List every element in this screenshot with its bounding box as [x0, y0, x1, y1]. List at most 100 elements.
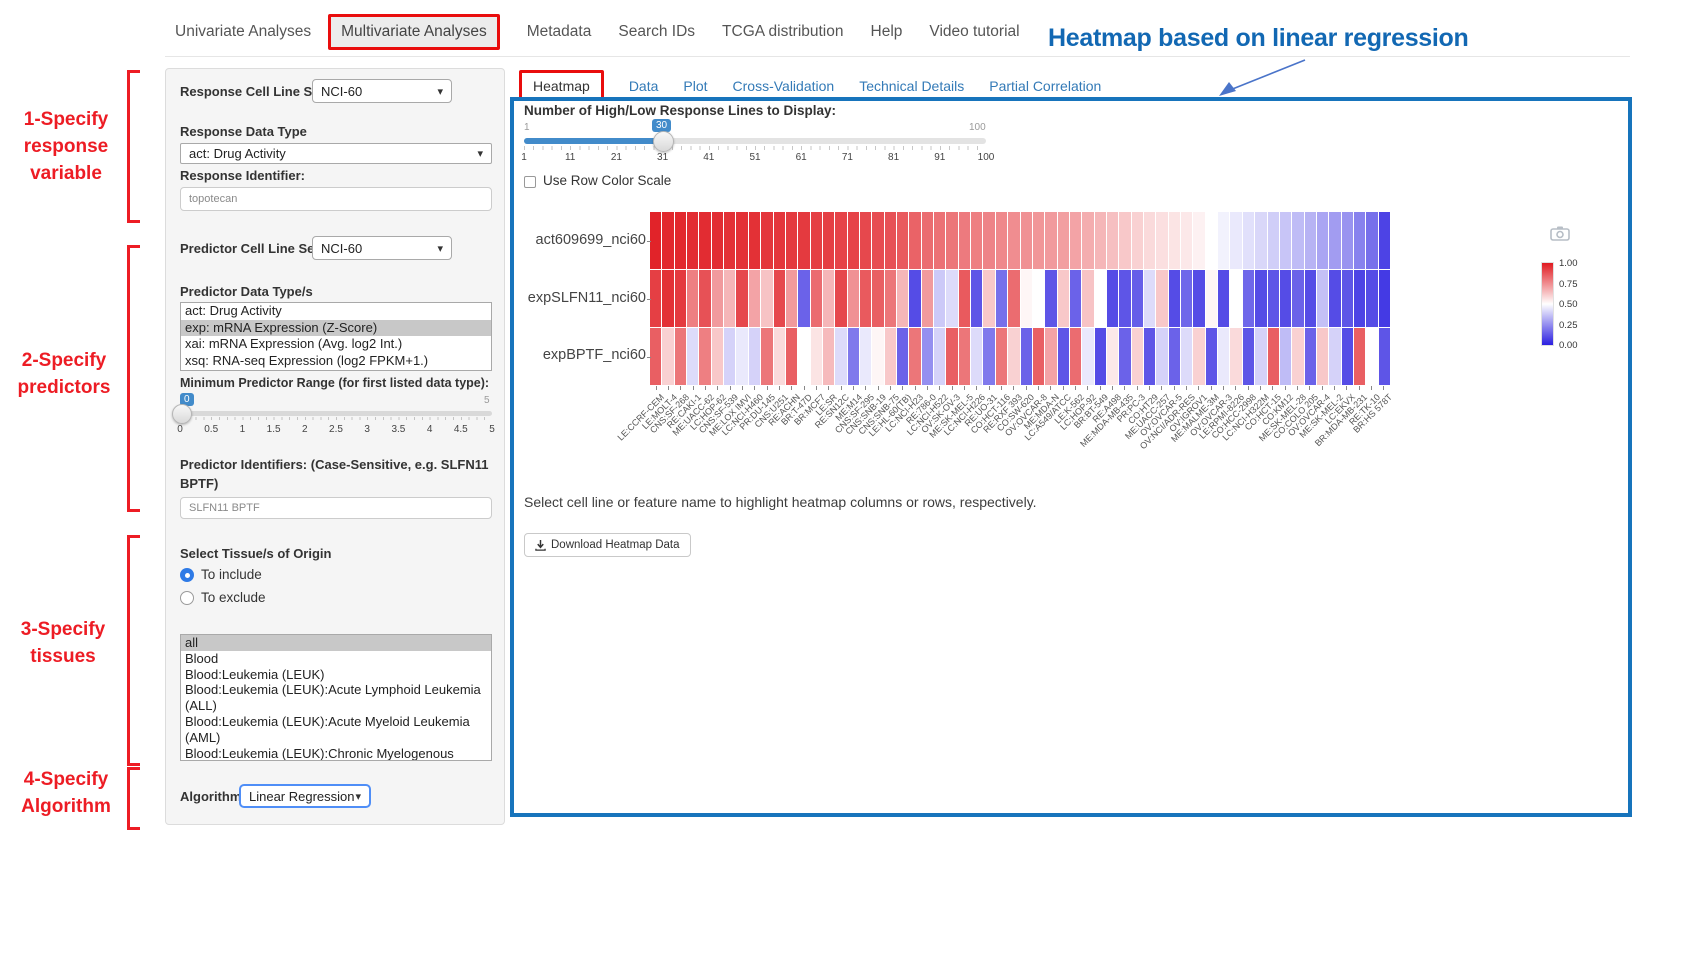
heatmap-cell-expBPTF_nci60-co-hcc-2998[interactable]: [1243, 328, 1254, 385]
heatmap-cell-expSLFN11_nci60-cns-sf-295[interactable]: [860, 270, 871, 327]
heatmap-cell-expBPTF_nci60-le-k-562[interactable]: [1070, 328, 1081, 385]
heatmap-cell-expSLFN11_nci60-pr-du-145[interactable]: [761, 270, 772, 327]
nav-item-univariate-analyses[interactable]: Univariate Analyses: [175, 23, 311, 41]
tissue-option-blood-leukemia-leuk-acute-myeloid-leukem[interactable]: Blood:Leukemia (LEUK):Acute Myeloid Leuk…: [181, 714, 491, 746]
heatmap-cell-expBPTF_nci60-pr-du-145[interactable]: [761, 328, 772, 385]
predictor-data-type-option-xsq-rna-seq-expression-log2-fpkm-1[interactable]: xsq: RNA-seq Expression (log2 FPKM+1.): [181, 353, 491, 370]
heatmap-cell-expSLFN11_nci60-le-rpmi-8226[interactable]: [1230, 270, 1241, 327]
heatmap-cell-expBPTF_nci60-le-sr[interactable]: [823, 328, 834, 385]
heatmap-cell-expBPTF_nci60-re-tk-10[interactable]: [1366, 328, 1377, 385]
heatmap-cell-act609699_nci60-co-hct-15[interactable]: [1268, 212, 1279, 269]
heatmap-cell-expSLFN11_nci60-lc-ekvx[interactable]: [1342, 270, 1353, 327]
nav-item-metadata[interactable]: Metadata: [527, 23, 592, 41]
heatmap-cell-act609699_nci60-co-ht29[interactable]: [1144, 212, 1155, 269]
heatmap-cell-expSLFN11_nci60-pr-pc-3[interactable]: [1132, 270, 1143, 327]
heatmap-cell-expBPTF_nci60-ov-sk-ov-3[interactable]: [946, 328, 957, 385]
heatmap-cell-act609699_nci60-lc-hop-92[interactable]: [1082, 212, 1093, 269]
heatmap-cell-act609699_nci60-le-ccrf-cem[interactable]: [650, 212, 661, 269]
heatmap-cell-expBPTF_nci60-lc-nci-h226[interactable]: [971, 328, 982, 385]
heatmap-cell-act609699_nci60-pr-pc-3[interactable]: [1132, 212, 1143, 269]
heatmap-cell-expBPTF_nci60-me-mda-mb-435[interactable]: [1119, 328, 1130, 385]
heatmap-cell-act609699_nci60-cns-sf-539[interactable]: [724, 212, 735, 269]
heatmap-cell-expSLFN11_nci60-re-uo-31[interactable]: [983, 270, 994, 327]
heatmap-cell-expSLFN11_nci60-me-mda-mb-435[interactable]: [1119, 270, 1130, 327]
heatmap-cell-expBPTF_nci60-cns-sf-539[interactable]: [724, 328, 735, 385]
heatmap-cell-act609699_nci60-lc-nci-h23[interactable]: [909, 212, 920, 269]
heatmap-row-label-act609699-nci60[interactable]: act609699_nci60: [516, 232, 646, 248]
heatmap-cell-expBPTF_nci60-le-ccrf-cem[interactable]: [650, 328, 661, 385]
nav-item-video-tutorial[interactable]: Video tutorial: [929, 23, 1019, 41]
response-cell-line-set-select[interactable]: NCI-60▾: [312, 79, 452, 103]
heatmap-cell-expSLFN11_nci60-ov-nci-adr-res[interactable]: [1181, 270, 1192, 327]
heatmap-cell-expSLFN11_nci60-me-malme-3m[interactable]: [1206, 270, 1217, 327]
heatmap-cell-act609699_nci60-re-caki-1[interactable]: [687, 212, 698, 269]
heatmap-row-label-expbptf-nci60[interactable]: expBPTF_nci60: [516, 347, 646, 363]
heatmap-cell-expBPTF_nci60-cns-snb-19[interactable]: [872, 328, 883, 385]
heatmap-cell-expBPTF_nci60-me-sk-mel-2[interactable]: [1329, 328, 1340, 385]
heatmap-cell-expSLFN11_nci60-lc-a549-atcc[interactable]: [1058, 270, 1069, 327]
heatmap-cell-expSLFN11_nci60-cns-snb-75[interactable]: [885, 270, 896, 327]
predictor-identifiers-input[interactable]: SLFN11 BPTF: [180, 497, 492, 519]
heatmap-cell-act609699_nci60-br-bt-549[interactable]: [1095, 212, 1106, 269]
heatmap-cell-expSLFN11_nci60-ov-sk-ov-3[interactable]: [946, 270, 957, 327]
heatmap-cell-act609699_nci60-re-a498[interactable]: [1107, 212, 1118, 269]
response-data-type-select[interactable]: act: Drug Activity▾: [180, 143, 492, 164]
algorithm-select[interactable]: Linear Regression▾: [239, 784, 371, 808]
row-color-scale-checkbox[interactable]: [524, 176, 536, 188]
heatmap-cell-act609699_nci60-cns-snb-75[interactable]: [885, 212, 896, 269]
heatmap-cell-expSLFN11_nci60-br-mcf7[interactable]: [811, 270, 822, 327]
lines-slider-handle[interactable]: [653, 131, 674, 152]
heatmap-cell-act609699_nci60-br-mda-mb-231[interactable]: [1354, 212, 1365, 269]
tab-partial-correlation[interactable]: Partial Correlation: [989, 78, 1101, 94]
heatmap-cell-act609699_nci60-ov-ovcar-8[interactable]: [1033, 212, 1044, 269]
camera-icon[interactable]: [1550, 225, 1570, 241]
heatmap-cell-expSLFN11_nci60-br-mda-mb-231[interactable]: [1354, 270, 1365, 327]
heatmap-cell-expBPTF_nci60-lc-nci-h322m[interactable]: [1255, 328, 1266, 385]
heatmap-cell-act609699_nci60-cns-sf-268[interactable]: [675, 212, 686, 269]
heatmap-cell-expBPTF_nci60-br-mcf7[interactable]: [811, 328, 822, 385]
heatmap-cell-act609699_nci60-ov-sk-ov-3[interactable]: [946, 212, 957, 269]
heatmap-cell-expBPTF_nci60-me-uacc-257[interactable]: [1156, 328, 1167, 385]
heatmap-cell-act609699_nci60-me-malme-3m[interactable]: [1206, 212, 1217, 269]
heatmap-cell-act609699_nci60-re-sn12c[interactable]: [835, 212, 846, 269]
heatmap-cell-expBPTF_nci60-co-sw-620[interactable]: [1021, 328, 1032, 385]
heatmap-cell-expSLFN11_nci60-ov-ovcar-4[interactable]: [1317, 270, 1328, 327]
heatmap-cell-expSLFN11_nci60-ov-ovcar-3[interactable]: [1218, 270, 1229, 327]
heatmap-cell-act609699_nci60-me-m14[interactable]: [848, 212, 859, 269]
heatmap-cell-expSLFN11_nci60-me-sk-mel-5[interactable]: [959, 270, 970, 327]
heatmap-cell-expBPTF_nci60-me-m14[interactable]: [848, 328, 859, 385]
heatmap-cell-expBPTF_nci60-pr-pc-3[interactable]: [1132, 328, 1143, 385]
heatmap-cell-expSLFN11_nci60-lc-hop-92[interactable]: [1082, 270, 1093, 327]
tab-technical-details[interactable]: Technical Details: [859, 78, 964, 94]
heatmap-row-label-expslfn11-nci60[interactable]: expSLFN11_nci60: [516, 290, 646, 306]
heatmap-cell-expBPTF_nci60-cns-sf-268[interactable]: [675, 328, 686, 385]
heatmap-cell-expSLFN11_nci60-me-mda-n[interactable]: [1045, 270, 1056, 327]
heatmap-cell-act609699_nci60-br-hs-578t[interactable]: [1379, 212, 1390, 269]
heatmap-cell-expSLFN11_nci60-le-k-562[interactable]: [1070, 270, 1081, 327]
predictor-data-types-listbox[interactable]: act: Drug Activityexp: mRNA Expression (…: [180, 302, 492, 371]
heatmap-cell-act609699_nci60-ov-nci-adr-res[interactable]: [1181, 212, 1192, 269]
heatmap-cell-expBPTF_nci60-co-km12[interactable]: [1280, 328, 1291, 385]
heatmap-cell-expBPTF_nci60-re-a498[interactable]: [1107, 328, 1118, 385]
heatmap-cell-expBPTF_nci60-le-rpmi-8226[interactable]: [1230, 328, 1241, 385]
heatmap-cell-expBPTF_nci60-re-rxf-393[interactable]: [1008, 328, 1019, 385]
heatmap-cell-expSLFN11_nci60-le-molt-4[interactable]: [662, 270, 673, 327]
heatmap-cell-expSLFN11_nci60-re-rxf-393[interactable]: [1008, 270, 1019, 327]
heatmap-cell-act609699_nci60-co-hct-116[interactable]: [996, 212, 1007, 269]
tissue-option-blood-leukemia-leuk-acute-lymphoid-leuke[interactable]: Blood:Leukemia (LEUK):Acute Lymphoid Leu…: [181, 682, 491, 714]
tissue-option-blood[interactable]: Blood: [181, 651, 491, 667]
heatmap-cell-expSLFN11_nci60-me-uacc-62[interactable]: [699, 270, 710, 327]
heatmap-cell-expBPTF_nci60-lc-hop-92[interactable]: [1082, 328, 1093, 385]
heatmap-cell-expBPTF_nci60-le-molt-4[interactable]: [662, 328, 673, 385]
heatmap-cell-expBPTF_nci60-br-bt-549[interactable]: [1095, 328, 1106, 385]
heatmap-cell-expBPTF_nci60-me-malme-3m[interactable]: [1206, 328, 1217, 385]
predictor-cell-line-set-select[interactable]: NCI-60▾: [312, 236, 452, 260]
heatmap-cell-expSLFN11_nci60-lc-nci-h23[interactable]: [909, 270, 920, 327]
heatmap-cell-act609699_nci60-br-mcf7[interactable]: [811, 212, 822, 269]
heatmap-cell-expBPTF_nci60-me-sk-mel-28[interactable]: [1292, 328, 1303, 385]
tissue-include-radio[interactable]: [180, 568, 194, 582]
tissue-option-blood-leukemia-leuk-chronic-myelogenous-[interactable]: Blood:Leukemia (LEUK):Chronic Myelogenou…: [181, 746, 491, 761]
heatmap-cell-expBPTF_nci60-lc-hop-62[interactable]: [712, 328, 723, 385]
heatmap-cell-act609699_nci60-cns-sf-295[interactable]: [860, 212, 871, 269]
heatmap-cell-act609699_nci60-me-sk-mel-2[interactable]: [1329, 212, 1340, 269]
